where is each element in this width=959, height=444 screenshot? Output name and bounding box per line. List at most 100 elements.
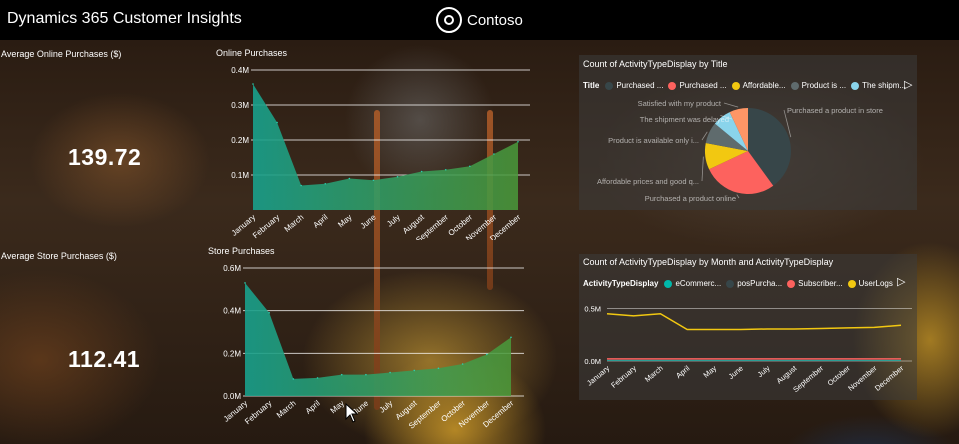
legend-dot: [847, 279, 856, 288]
y-tick-label: 0.4M: [231, 66, 249, 75]
legend-item[interactable]: The shipm...: [851, 81, 906, 90]
data-point: [252, 83, 254, 85]
data-point: [372, 179, 375, 182]
legend-next-icon[interactable]: ▷: [897, 275, 905, 288]
legend-label: Purchased ...: [679, 81, 727, 90]
data-point: [348, 177, 351, 180]
pie-slice-label: The shipment was delayed: [640, 115, 729, 124]
x-tick-label: March: [283, 213, 306, 234]
x-tick-label: May: [336, 213, 353, 230]
area-series: [245, 282, 511, 396]
legend-label: posPurcha...: [737, 279, 783, 288]
x-tick-label: December: [873, 363, 906, 392]
mouse-cursor-icon: [345, 403, 359, 423]
pie-leader-line: [701, 131, 708, 141]
data-point: [493, 153, 495, 155]
pie-leader-line: [723, 102, 739, 108]
app-title: Dynamics 365 Customer Insights: [7, 10, 242, 27]
x-tick-label: July: [378, 399, 395, 415]
y-tick-label: 0.2M: [223, 349, 241, 358]
data-point: [517, 140, 519, 143]
legend-next-icon[interactable]: ▷: [904, 78, 912, 91]
legend-dot: [787, 279, 796, 288]
y-tick-label: 0.6M: [223, 264, 241, 273]
x-tick-label: September: [791, 363, 825, 394]
top-bar: Dynamics 365 Customer Insights Contoso: [0, 0, 959, 40]
pie-chart[interactable]: Purchased a product in store Purchased a …: [579, 95, 917, 210]
data-point: [389, 371, 391, 374]
pie-slice-label: Satisfied with my product: [638, 99, 722, 108]
x-tick-label: February: [243, 399, 273, 426]
y-tick-label: 0.5M: [584, 305, 601, 314]
legend-label: Subscriber...: [798, 279, 843, 288]
store-purchases-chart[interactable]: 0.0M0.2M0.4M0.6MJanuaryFebruary March Apri…: [197, 258, 532, 440]
legend-dot: [668, 81, 677, 90]
kpi-online-label: Average Online Purchases ($): [1, 49, 122, 59]
pie-leader-line: [701, 156, 704, 182]
legend-item[interactable]: UserLogs: [847, 279, 893, 288]
legend-label: Product is ...: [801, 81, 847, 90]
x-tick-label: July: [385, 213, 402, 229]
online-purchases-chart[interactable]: 0.1M0.2M0.3M0.4MJanuaryFebruary March Apri…: [205, 60, 535, 240]
legend-dot: [605, 81, 614, 90]
store-chart-title: Store Purchases: [208, 246, 275, 256]
legend-item[interactable]: Affordable...: [731, 81, 786, 90]
line-chart[interactable]: 0.0M 0.5M JanuaryFebruary March April May June…: [579, 294, 917, 400]
data-point: [268, 312, 270, 314]
online-chart-title: Online Purchases: [216, 48, 288, 58]
x-tick-label: March: [643, 364, 665, 384]
legend-dot: [731, 81, 740, 90]
legend-item[interactable]: Subscriber...: [787, 279, 843, 288]
data-point: [244, 282, 246, 284]
legend-label: Purchased ...: [616, 81, 664, 90]
data-point: [444, 168, 447, 171]
data-point: [461, 363, 464, 365]
x-tick-label: August: [775, 363, 799, 385]
legend-title: Title: [583, 81, 600, 90]
pie-panel[interactable]: Count of ActivityTypeDisplay by Title Ti…: [579, 55, 917, 210]
line-panel[interactable]: Count of ActivityTypeDisplay by Month an…: [579, 254, 917, 400]
data-point: [413, 369, 416, 372]
brand-logo: Contoso: [436, 6, 523, 34]
legend-item[interactable]: Purchased ...: [605, 81, 663, 90]
kpi-store-value[interactable]: 112.41: [68, 346, 140, 373]
legend-item[interactable]: Product is ...: [790, 81, 847, 90]
pie-slice-label: Affordable prices and good q...: [597, 177, 699, 186]
legend-dot: [851, 81, 860, 90]
pie-slice-label: Product is available only i...: [608, 136, 699, 145]
x-tick-label: July: [756, 363, 772, 379]
y-tick-label: 0.2M: [231, 136, 249, 145]
x-tick-label: April: [304, 399, 322, 416]
legend-item[interactable]: eCommerc...: [664, 279, 721, 288]
legend-dot: [726, 279, 735, 288]
line-series: [606, 312, 902, 331]
legend-item[interactable]: Purchased ...: [668, 81, 727, 90]
data-point: [486, 353, 488, 356]
x-tick-label: June: [727, 364, 745, 381]
line-legend: ActivityTypeDisplay eCommerc... posPurcha.…: [583, 279, 898, 288]
y-tick-label: 0.4M: [223, 307, 241, 316]
x-tick-label: March: [275, 399, 298, 420]
y-tick-label: 0.0M: [584, 357, 601, 366]
x-tick-label: February: [251, 213, 281, 240]
data-point: [365, 373, 367, 376]
data-point: [437, 367, 440, 370]
kpi-online-value[interactable]: 139.72: [68, 144, 141, 171]
area-series: [253, 84, 518, 210]
x-tick-label: May: [702, 363, 719, 379]
line-chart-title: Count of ActivityTypeDisplay by Month an…: [583, 257, 834, 267]
contoso-logo-icon: [436, 7, 462, 33]
data-point: [292, 378, 295, 380]
kpi-store-label: Average Store Purchases ($): [1, 251, 117, 261]
pie-leader-line: [736, 194, 740, 199]
data-point: [420, 170, 423, 173]
x-tick-label: February: [609, 363, 638, 389]
y-tick-label: 0.3M: [231, 101, 249, 110]
x-tick-label: June: [359, 212, 378, 230]
pie-slice-label: Purchased a product in store: [787, 106, 883, 115]
brand-name: Contoso: [467, 11, 523, 29]
legend-item[interactable]: posPurcha...: [726, 279, 782, 288]
legend-label: The shipm...: [862, 81, 907, 90]
legend-dot: [664, 279, 673, 288]
pie-slice-label: Purchased a product online: [645, 194, 736, 203]
